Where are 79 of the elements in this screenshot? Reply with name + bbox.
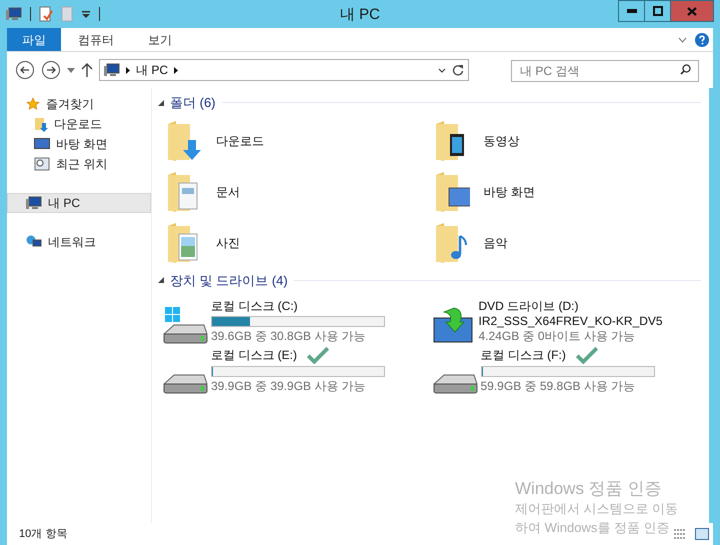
sidebar-item[interactable]: 내 PC [7,193,151,213]
folder-name: 음악 [484,235,508,252]
window-title: 내 PC [340,5,380,25]
folder-item[interactable]: 다운로드 [166,116,434,166]
folder-name: 문서 [216,184,240,201]
drive-item[interactable]: 로컬 디스크 (E:) 39.9GB 중 39.9GB 사용 가능 [162,346,432,394]
download-folder-icon [166,120,202,162]
close-icon [687,6,697,16]
drive-item[interactable]: DVD 드라이브 (D:) IR2_SSS_X64FREV_KO-KR_DV5 4.24GB 중 0바이트 사용 가능 [432,296,701,344]
free-space-text: 4.24GB 중 0바이트 사용 가능 [478,329,636,344]
address-field[interactable]: 내 PC [99,59,469,81]
drive-item[interactable]: 로컬 디스크 (F:) 59.9GB 중 59.8GB 사용 가능 [432,346,701,394]
free-space-text: 59.9GB 중 59.8GB 사용 가능 [480,379,636,394]
sidebar-item[interactable]: 바탕 화면 [7,134,151,154]
sidebar-item[interactable]: 최근 위치 [7,154,151,174]
details-view-icon[interactable] [673,528,687,540]
network-icon [26,235,42,249]
download-folder-icon [34,116,48,132]
folder-name: 다운로드 [216,133,264,150]
drive-item[interactable]: 로컬 디스크 (C:) 39.6GB 중 30.8GB 사용 가능 [162,296,432,344]
properties-icon[interactable] [39,6,53,22]
free-space-text: 39.6GB 중 30.8GB 사용 가능 [211,329,367,344]
activation-notice-text: Windows 정품 인증 [515,478,662,499]
close-button[interactable] [671,1,713,21]
computer-icon [6,7,22,21]
chevron-down-icon[interactable] [678,36,687,42]
activation-notice-text: 하여 Windows를 정품 인증 [515,519,671,537]
search-icon[interactable] [680,64,691,75]
free-space-text: 39.9GB 중 39.9GB 사용 가능 [211,379,367,394]
dropdown-chevron-icon[interactable] [438,68,446,72]
sidebar-item[interactable]: 네트워크 [7,232,151,252]
folder-item[interactable]: 음악 [434,218,701,268]
folder-item[interactable]: 동영상 [434,116,701,166]
back-icon[interactable] [15,60,35,80]
ribbon-tab[interactable]: 보기 [131,28,189,51]
volume-label: IR2_SSS_X64FREV_KO-KR_DV5 [478,314,663,329]
folder-item[interactable]: 문서 [166,166,434,218]
ribbon-tab[interactable]: 컴퓨터 [61,28,131,51]
system-drive-icon [162,306,208,344]
computer-icon [26,196,42,210]
hard-drive-icon [162,374,208,394]
computer-icon [104,63,120,77]
ribbon-tab[interactable]: 파일 [7,28,61,51]
activation-notice-text: 제어판에서 시스템으로 이동 [515,500,678,518]
monitor-icon [34,138,50,150]
minimize-icon [626,9,636,13]
group-heading: 장치 및 드라이브 (4) [170,272,288,290]
refresh-icon[interactable] [452,64,464,76]
forward-icon[interactable] [41,60,61,80]
search-field[interactable]: 내 PC 검색 [511,60,699,82]
sidebar-item[interactable]: 다운로드 [7,114,151,134]
help-icon[interactable] [695,32,709,46]
large-icons-view-icon[interactable] [695,528,709,540]
recent-dropdown-icon[interactable] [67,68,75,72]
breadcrumb-item[interactable]: 내 PC [136,61,168,79]
breadcrumb-arrow-icon [174,66,178,74]
drive-name: 로컬 디스크 (E:) [211,348,297,362]
desktop-folder-icon [434,171,470,213]
item-count: 10개 항목 [19,526,68,542]
star-icon [26,97,40,111]
dropdown-caret-icon[interactable] [81,9,91,19]
folder-item[interactable]: 바탕 화면 [434,166,701,218]
folder-item[interactable]: 사진 [166,218,434,268]
sidebar-item[interactable]: 즐겨찾기 [7,94,151,114]
maximize-icon [652,6,662,16]
music-folder-icon [434,222,470,264]
drive-name: 로컬 디스크 (C:) [211,299,298,314]
drive-name: DVD 드라이브 (D:) [478,299,578,314]
up-arrow-icon[interactable] [81,63,93,77]
recent-places-icon [34,157,50,171]
hard-drive-icon [432,374,478,394]
folder-name: 바탕 화면 [484,184,535,201]
breadcrumb-arrow-icon [126,66,130,74]
drive-name: 로컬 디스크 (F:) [480,348,566,362]
collapse-triangle-icon[interactable] [158,100,164,106]
folder-name: 사진 [216,235,240,252]
group-heading: 폴더 (6) [170,94,216,112]
folder-name: 동영상 [484,133,520,150]
collapse-triangle-icon[interactable] [158,277,164,284]
